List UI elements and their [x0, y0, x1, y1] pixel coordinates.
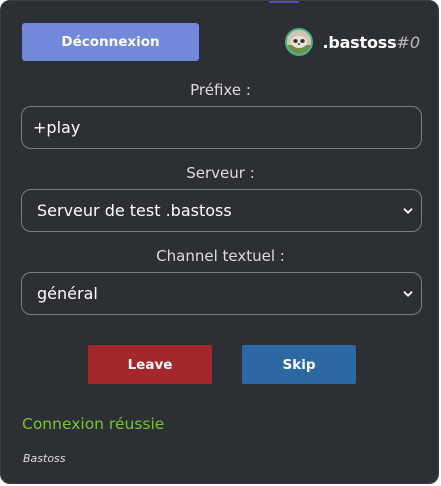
server-select-value: Serveur de test .bastoss	[37, 201, 232, 220]
chevron-down-icon	[403, 207, 413, 214]
channel-select[interactable]: général	[21, 272, 422, 315]
bot-control-panel: Déconnexion .bastoss#0 Préfixe : +play S…	[0, 0, 439, 484]
logout-button[interactable]: Déconnexion	[22, 23, 199, 61]
leave-button[interactable]: Leave	[88, 345, 212, 384]
avatar	[285, 28, 314, 56]
prefix-input[interactable]: +play	[21, 106, 422, 149]
channel-label: Channel textuel :	[156, 247, 285, 265]
connection-status: Connexion réussie	[22, 415, 165, 433]
top-accent-bar	[269, 1, 299, 3]
user-discriminator: #0	[396, 32, 420, 52]
avatar-icon	[287, 30, 312, 54]
chevron-down-icon	[403, 290, 413, 297]
username: .bastoss	[322, 32, 397, 52]
server-select[interactable]: Serveur de test .bastoss	[21, 189, 422, 232]
prefix-label: Préfixe :	[190, 81, 251, 99]
prefix-input-value: +play	[33, 118, 81, 137]
server-label: Serveur :	[186, 164, 255, 182]
channel-select-value: général	[37, 284, 98, 303]
skip-button[interactable]: Skip	[242, 345, 356, 384]
footer-credit: Bastoss	[23, 452, 66, 465]
user-profile: .bastoss#0	[285, 27, 420, 57]
